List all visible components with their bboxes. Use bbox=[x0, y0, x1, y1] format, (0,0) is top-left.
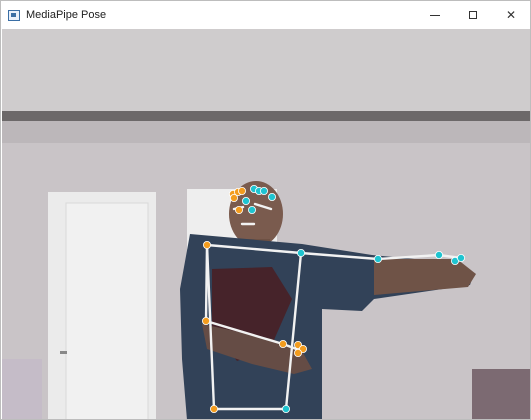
landmark-left-ear bbox=[229, 193, 238, 202]
landmark-left-wrist bbox=[278, 339, 287, 348]
maximize-button[interactable] bbox=[454, 1, 492, 29]
landmark-nose bbox=[241, 196, 250, 205]
maximize-icon bbox=[469, 11, 477, 19]
landmark-mouth-right bbox=[247, 205, 256, 214]
pose-frame bbox=[2, 29, 530, 419]
landmark-left-eye-inner bbox=[237, 186, 246, 195]
wall-band bbox=[2, 121, 530, 143]
landmark-left-hip bbox=[209, 404, 218, 413]
title-bar[interactable]: MediaPipe Pose ✕ bbox=[1, 1, 530, 29]
door-left-handle bbox=[60, 351, 67, 354]
furniture-left bbox=[2, 359, 42, 419]
landmark-right-ear bbox=[267, 192, 276, 201]
landmark-left-thumb bbox=[293, 348, 302, 357]
close-icon: ✕ bbox=[505, 8, 517, 22]
furniture-right bbox=[472, 369, 530, 419]
door-left-panel bbox=[65, 202, 149, 419]
close-button[interactable]: ✕ bbox=[492, 1, 530, 29]
camera-feed bbox=[2, 29, 530, 419]
landmark-right-shoulder bbox=[296, 248, 305, 257]
landmark-left-elbow bbox=[201, 316, 210, 325]
minimize-icon bbox=[430, 14, 440, 16]
minimize-button[interactable] bbox=[416, 1, 454, 29]
landmark-left-shoulder bbox=[202, 240, 211, 249]
landmark-right-elbow bbox=[373, 254, 382, 263]
landmark-right-wrist bbox=[434, 250, 443, 259]
app-window-icon bbox=[8, 9, 20, 21]
window-controls: ✕ bbox=[416, 1, 530, 29]
window-title: MediaPipe Pose bbox=[26, 9, 107, 21]
landmark-right-eye-outer bbox=[259, 186, 268, 195]
app-window: MediaPipe Pose ✕ bbox=[0, 0, 531, 420]
landmark-right-hip bbox=[281, 404, 290, 413]
ceiling bbox=[2, 29, 530, 111]
landmark-right-index bbox=[456, 253, 465, 262]
landmark-mouth-left bbox=[234, 205, 243, 214]
ceiling-beam bbox=[2, 111, 530, 121]
